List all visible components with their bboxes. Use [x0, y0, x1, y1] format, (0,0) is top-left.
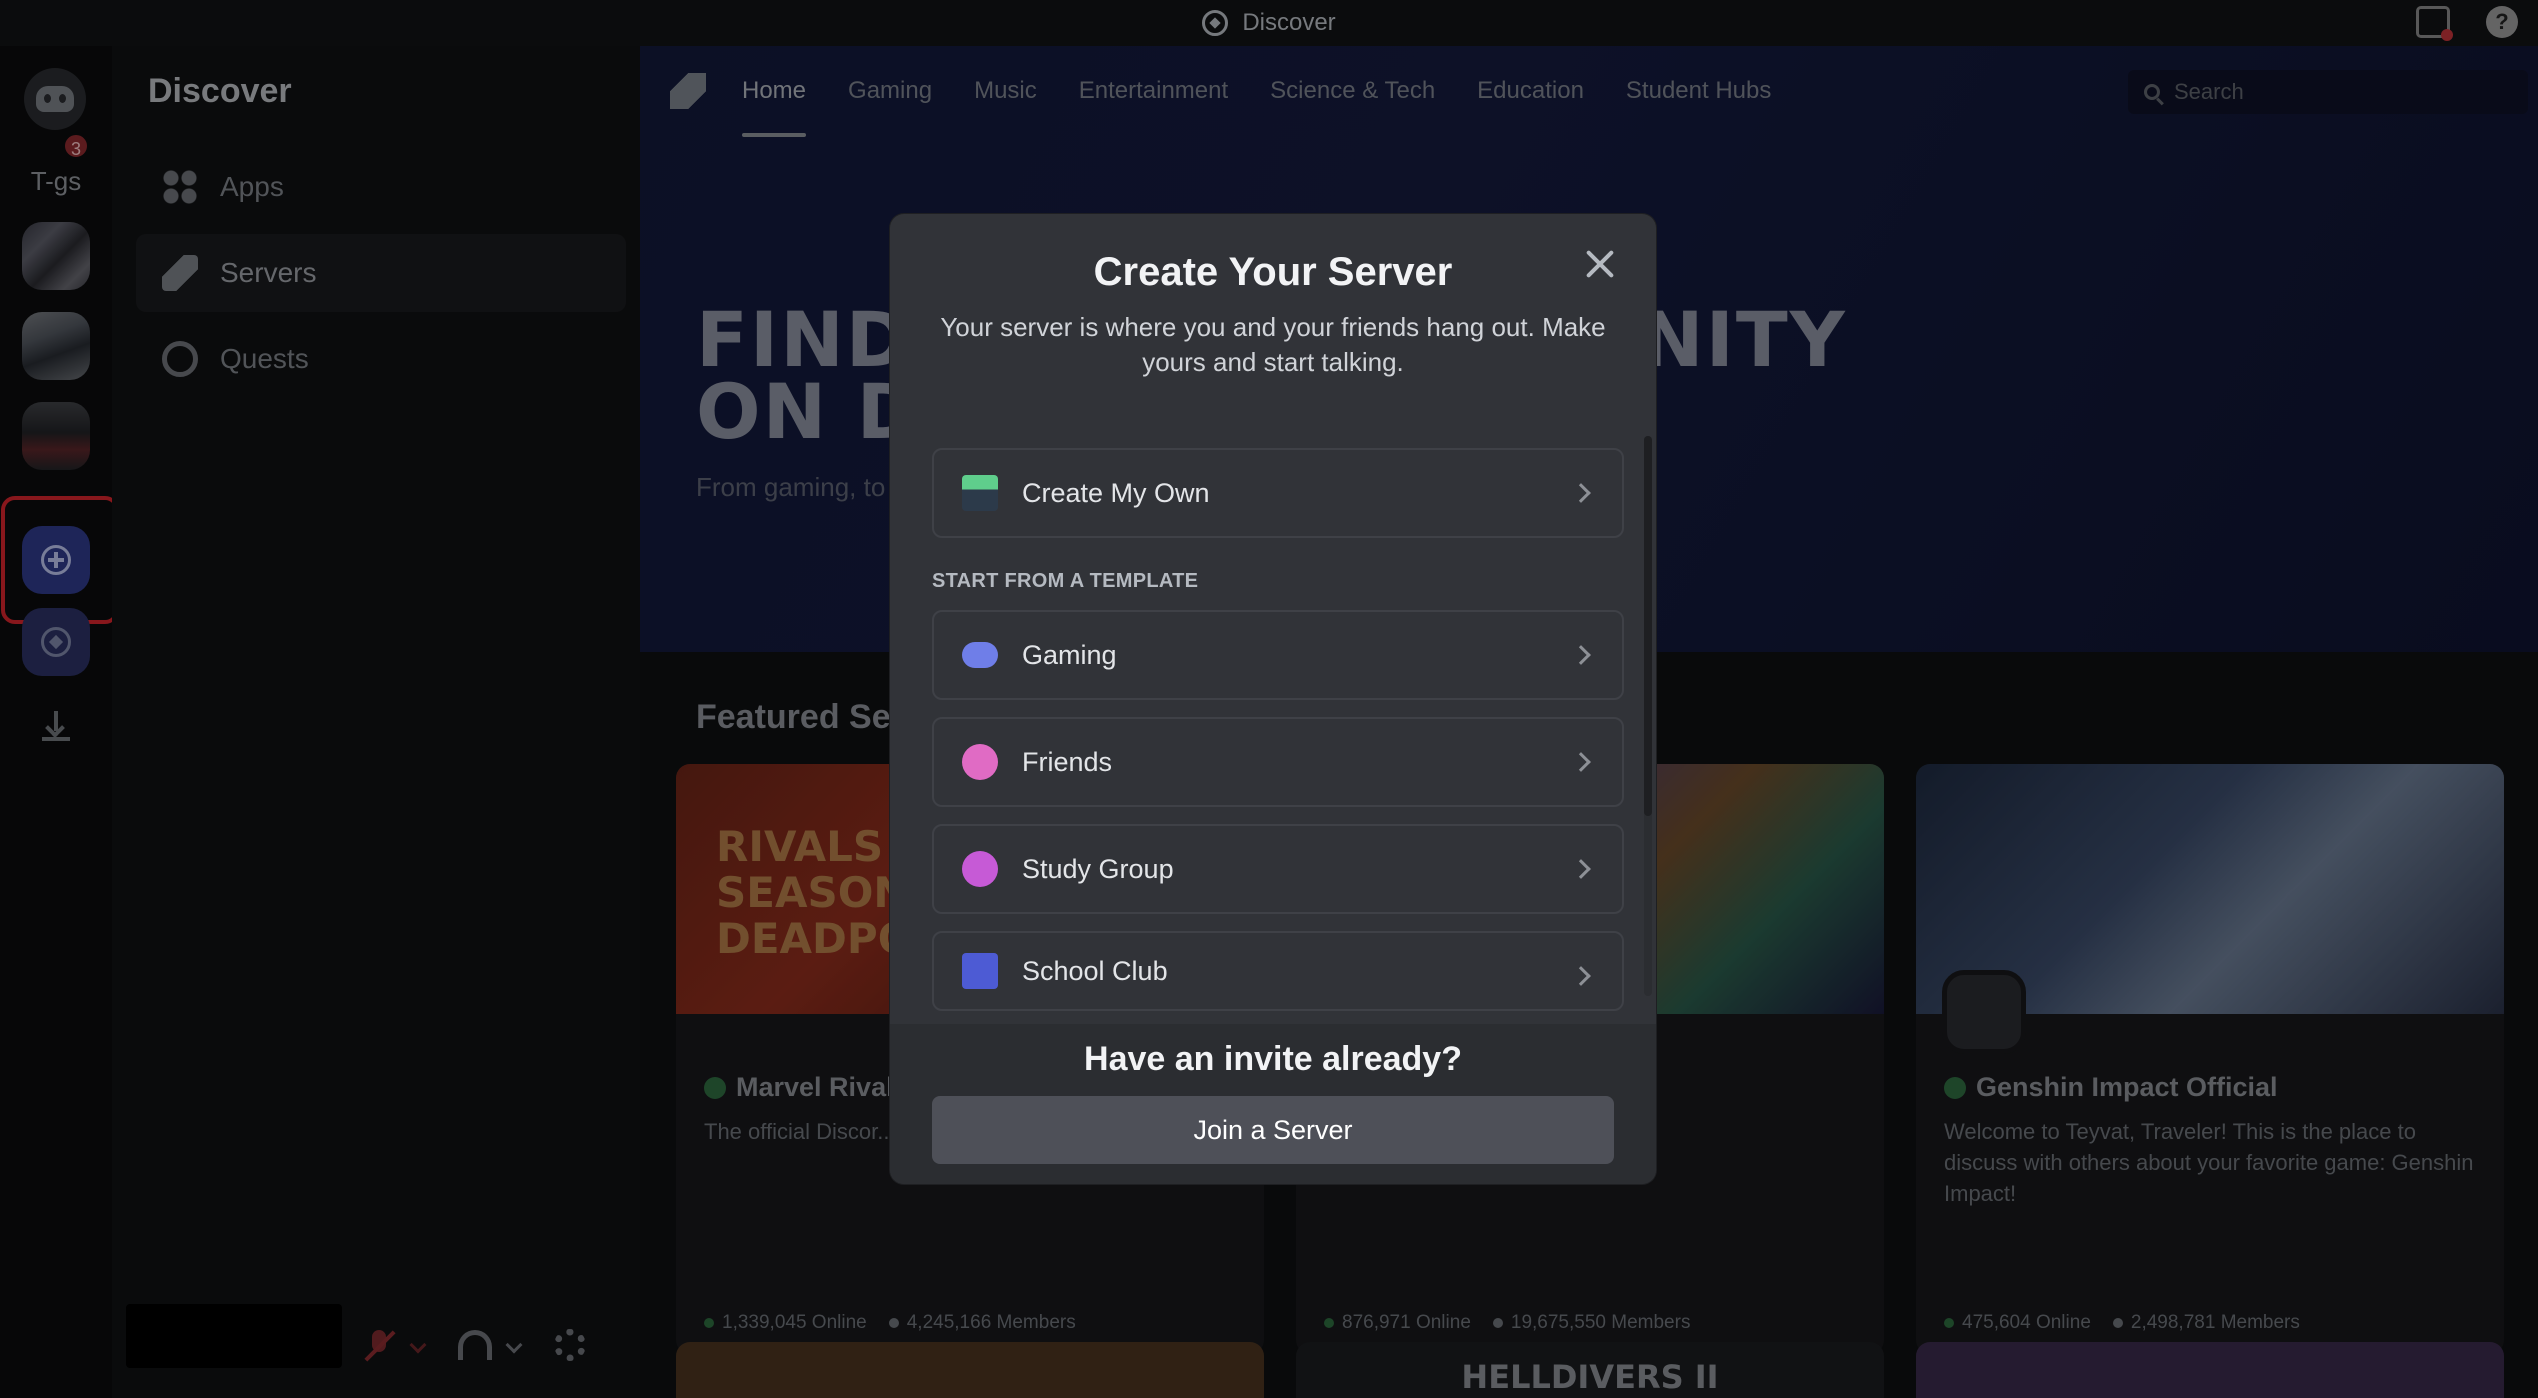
- scrollbar-thumb[interactable]: [1644, 436, 1652, 816]
- close-icon[interactable]: [1584, 248, 1616, 280]
- chevron-right-icon: [1571, 483, 1591, 503]
- create-my-own-option[interactable]: Create My Own: [932, 448, 1624, 538]
- create-server-modal: Create Your Server Your server is where …: [890, 214, 1656, 1184]
- option-label: Study Group: [1022, 853, 1174, 884]
- chevron-right-icon: [1571, 966, 1591, 986]
- option-label: Gaming: [1022, 639, 1117, 670]
- option-label: Create My Own: [1022, 477, 1210, 508]
- invite-title: Have an invite already?: [1084, 1040, 1462, 1078]
- template-friends[interactable]: Friends: [932, 717, 1624, 807]
- option-label: Friends: [1022, 746, 1113, 777]
- create-own-icon: [962, 475, 998, 511]
- join-server-button[interactable]: Join a Server: [932, 1096, 1614, 1164]
- apple-icon: [962, 851, 998, 887]
- chevron-right-icon: [1571, 859, 1591, 879]
- template-gaming[interactable]: Gaming: [932, 610, 1624, 700]
- template-study-group[interactable]: Study Group: [932, 824, 1624, 914]
- modal-title: Create Your Server: [1093, 250, 1453, 294]
- option-label: School Club: [1022, 955, 1168, 986]
- modal-description: Your server is where you and your friend…: [940, 312, 1606, 377]
- gamepad-icon: [962, 642, 998, 668]
- template-school-club[interactable]: School Club: [932, 931, 1624, 1011]
- template-header: START FROM A TEMPLATE: [932, 570, 1199, 592]
- book-icon: [962, 953, 998, 989]
- chevron-right-icon: [1571, 645, 1591, 665]
- chevron-right-icon: [1571, 752, 1591, 772]
- heart-icon: [962, 744, 998, 780]
- modal-footer: Have an invite already? Join a Server: [890, 1024, 1656, 1184]
